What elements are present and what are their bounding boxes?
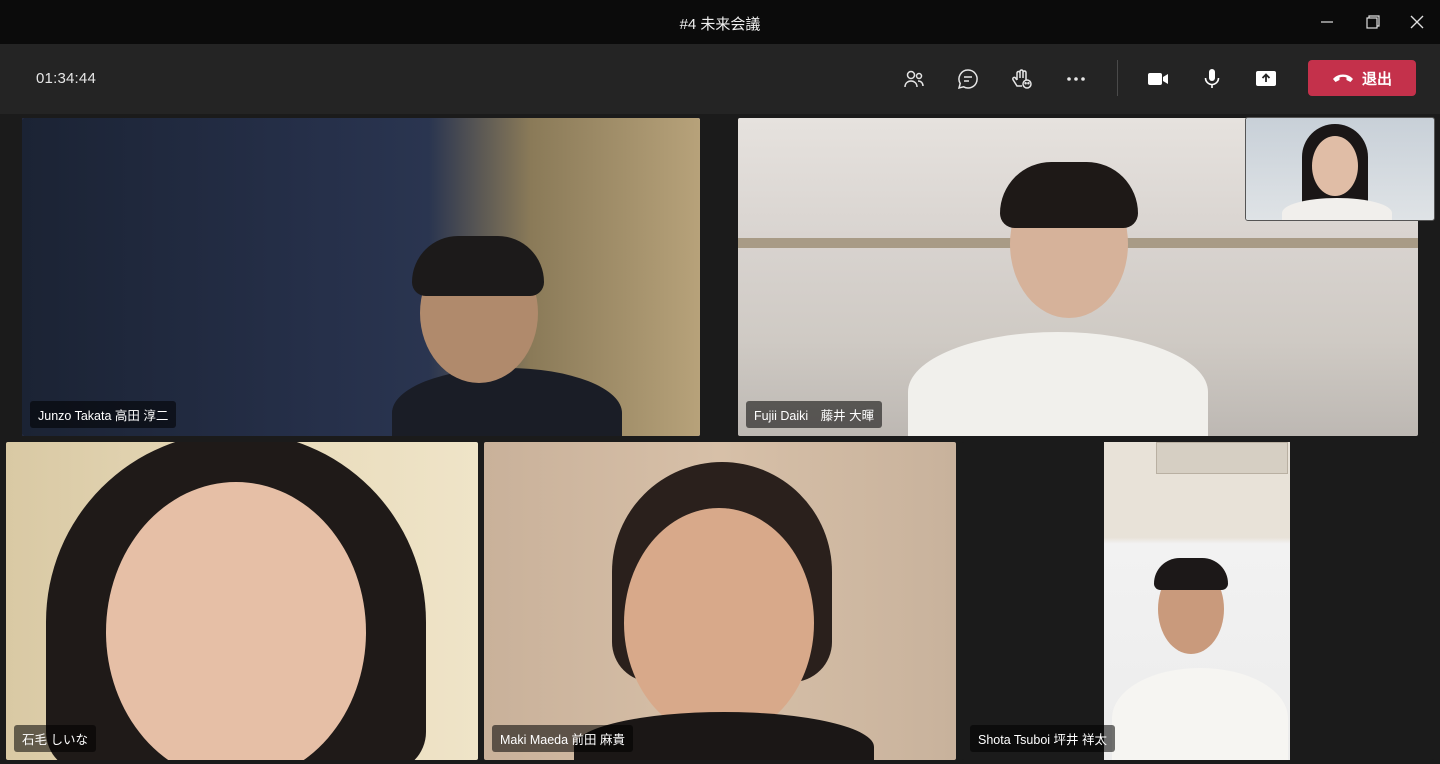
mic-icon: [1204, 69, 1220, 88]
participant-tile-ishige[interactable]: 石毛 しいな: [6, 442, 478, 760]
participant-name-label: Maki Maeda 前田 麻貴: [492, 725, 634, 752]
close-icon: [1410, 15, 1424, 29]
participant-hair: [1154, 558, 1228, 590]
restore-button[interactable]: [1350, 0, 1396, 44]
participant-face: [624, 508, 814, 738]
window-title: #4 未来会議: [679, 16, 761, 33]
minimize-button[interactable]: [1304, 0, 1350, 44]
participants-button[interactable]: [896, 61, 932, 97]
video-stage: Junzo Takata 高田 淳二 Fujii Daiki 藤井 大暉 石毛 …: [0, 114, 1440, 764]
more-icon: [1067, 77, 1085, 81]
camera-icon: [1148, 73, 1168, 85]
meeting-timer: 01:34:44: [36, 70, 96, 87]
participant-name-label: Junzo Takata 高田 淳二: [30, 401, 177, 428]
chat-button[interactable]: [950, 61, 986, 97]
more-options-button[interactable]: [1058, 61, 1094, 97]
close-button[interactable]: [1394, 0, 1440, 44]
participant-hair: [412, 236, 544, 296]
participant-tile-maki[interactable]: Maki Maeda 前田 麻貴: [484, 442, 956, 760]
chat-icon: [957, 69, 978, 90]
people-icon: [904, 70, 924, 88]
participant-name-label: 石毛 しいな: [14, 725, 96, 752]
air-conditioner: [1156, 442, 1288, 474]
mic-button[interactable]: [1194, 61, 1230, 97]
minimize-icon: [1321, 21, 1333, 23]
self-view-tile[interactable]: [1245, 117, 1435, 221]
meeting-toolbar: 01:34:44 退出: [0, 44, 1440, 114]
restore-icon: [1366, 15, 1380, 29]
participant-tile-junzo[interactable]: Junzo Takata 高田 淳二: [22, 118, 700, 436]
participant-tile-shota[interactable]: Shota Tsuboi 坪井 祥太: [962, 442, 1434, 760]
hang-up-icon: [1332, 74, 1353, 82]
participant-face: [1312, 136, 1358, 196]
toolbar-separator: [1117, 60, 1118, 96]
participant-figure: [1282, 198, 1392, 220]
reactions-button[interactable]: [1004, 61, 1040, 97]
share-screen-button[interactable]: [1248, 61, 1284, 97]
participant-figure: [1112, 668, 1288, 760]
participant-name-label: Shota Tsuboi 坪井 祥太: [970, 725, 1115, 752]
leave-button[interactable]: 退出: [1308, 60, 1416, 96]
participant-name-label: Fujii Daiki 藤井 大暉: [746, 401, 883, 428]
camera-button[interactable]: [1140, 61, 1176, 97]
title-bar: #4 未来会議: [0, 0, 1440, 44]
participant-hair: [1000, 162, 1138, 228]
share-screen-icon: [1256, 71, 1276, 86]
raise-hand-icon: [1012, 69, 1032, 89]
leave-label: 退出: [1361, 70, 1392, 88]
